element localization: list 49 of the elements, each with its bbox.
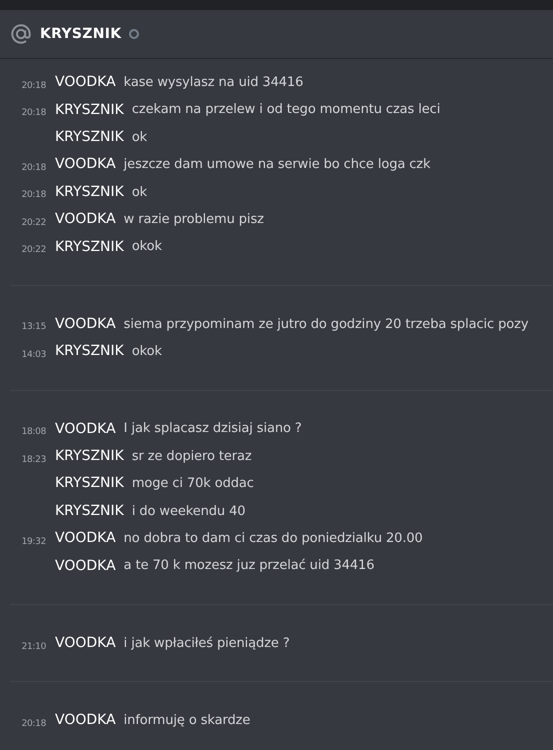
message-text: kase wysylasz na uid 34416 xyxy=(124,74,304,92)
message-text: sr ze dopiero teraz xyxy=(132,448,252,466)
message-text: siema przypominam ze jutro do godziny 20 trzeba splacic pozy xyxy=(124,316,528,334)
author-name[interactable]: KRYSZNIK xyxy=(55,473,124,494)
author-name[interactable]: KRYSZNIK xyxy=(55,500,124,522)
author-name[interactable]: VOODKA xyxy=(55,418,116,440)
message-text: i jak wpłaciłeś pieniądze ? xyxy=(124,634,290,653)
message-text: w razie problemu pisz xyxy=(124,210,264,229)
timestamp: 21:10 xyxy=(22,642,46,652)
timestamp: 20:18 xyxy=(22,190,46,200)
message-text: moge ci 70k oddac xyxy=(132,475,254,494)
author-name[interactable]: VOODKA xyxy=(55,314,116,335)
message-text: informuję o skardze xyxy=(124,712,250,730)
message-text: i do weekendu 40 xyxy=(132,502,246,521)
message-text: a te 70 k mozesz juz przelać uid 34416 xyxy=(124,557,374,576)
message-text: no dobra to dam ci czas do poniedzialku 20.00 xyxy=(124,530,423,548)
at-sign-icon xyxy=(10,23,32,45)
channel-title: KRYSZNIK xyxy=(40,24,122,44)
timestamp: 20:22 xyxy=(22,245,46,256)
timestamp: 13:15 xyxy=(22,322,46,332)
author-name[interactable]: VOODKA xyxy=(55,209,116,230)
timestamp: 14:03 xyxy=(22,350,46,360)
timestamp: 20:18 xyxy=(22,162,46,173)
author-name[interactable]: VOODKA xyxy=(55,556,116,577)
timestamp: 20:18 xyxy=(22,80,46,91)
timestamp: 20:18 xyxy=(22,718,46,729)
message-text: ok xyxy=(132,184,148,202)
author-name[interactable]: VOODKA xyxy=(55,710,116,732)
author-name[interactable]: KRYSZNIK xyxy=(55,236,124,258)
timestamp: 18:23 xyxy=(22,454,46,465)
author-name[interactable]: KRYSZNIK xyxy=(55,446,124,468)
message-text: czekam na przelew i od tego momentu czas leci xyxy=(132,101,440,120)
author-name[interactable]: VOODKA xyxy=(55,154,116,176)
author-name[interactable]: KRYSZNIK xyxy=(55,126,124,148)
message-text: I jak splacasz dzisiaj siano ? xyxy=(124,420,302,438)
message-text: ok xyxy=(132,128,148,147)
message-text: okok xyxy=(132,238,162,256)
timestamp: 20:22 xyxy=(22,218,46,228)
timestamp: 20:18 xyxy=(22,108,46,118)
author-name[interactable]: VOODKA xyxy=(55,528,116,550)
author-name[interactable]: KRYSZNIK xyxy=(55,341,124,362)
message-text: jeszcze dam umowe na serwie bo chce loga czk xyxy=(124,156,430,174)
author-name[interactable]: VOODKA xyxy=(55,72,116,94)
timestamp: 19:32 xyxy=(22,536,46,547)
timestamp: 18:08 xyxy=(22,427,46,438)
author-name[interactable]: VOODKA xyxy=(55,633,116,654)
author-name[interactable]: KRYSZNIK xyxy=(55,100,124,121)
message-text: okok xyxy=(132,343,162,362)
author-name[interactable]: KRYSZNIK xyxy=(55,182,124,203)
